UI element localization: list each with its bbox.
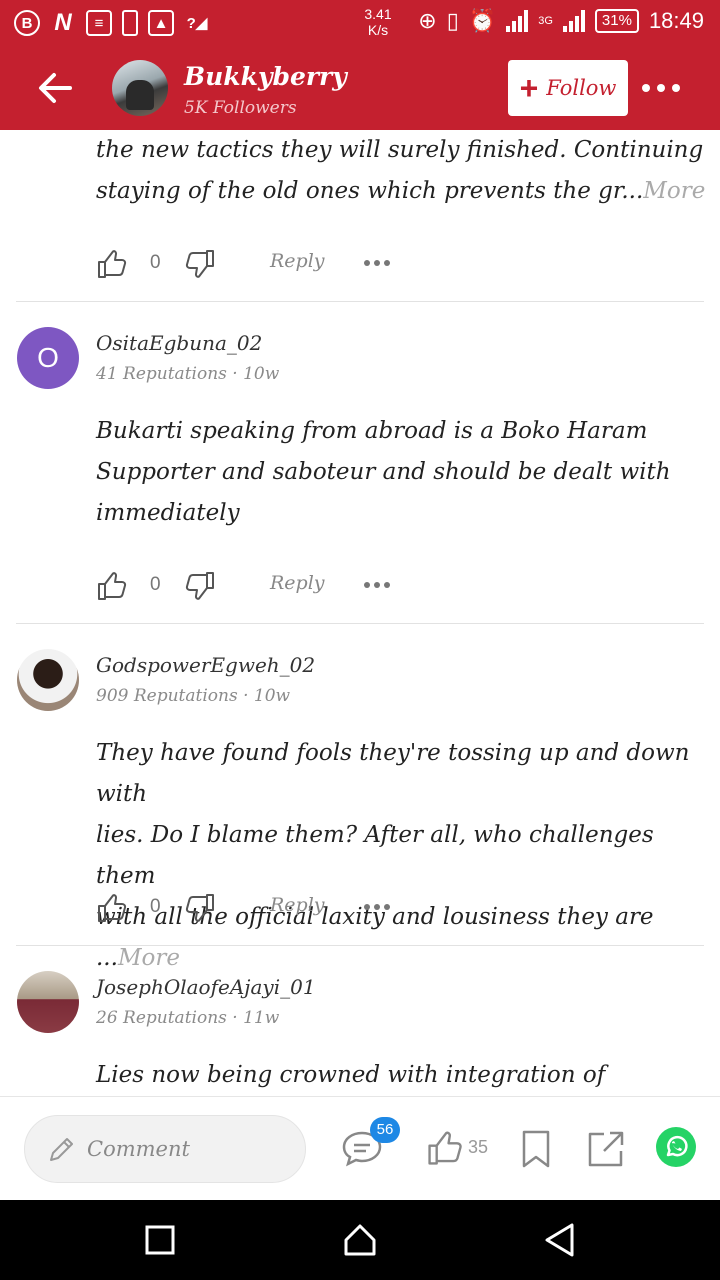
thumbs-down-icon[interactable]	[184, 570, 216, 602]
commenter-avatar[interactable]	[17, 649, 79, 711]
recent-apps-icon[interactable]	[140, 1220, 180, 1260]
no-signal-icon: ?◢	[186, 15, 208, 32]
thumbs-up-icon[interactable]	[426, 1129, 464, 1167]
speed-unit: K/s	[367, 22, 389, 38]
thumbs-down-icon[interactable]	[184, 248, 216, 280]
more-dots-icon[interactable]	[364, 904, 390, 910]
image-icon: ▲	[148, 10, 174, 36]
comment-line: They have found fools they're tossing up…	[96, 740, 690, 807]
reply-button[interactable]: Reply	[270, 894, 325, 916]
signal-icon-2	[562, 10, 585, 32]
follower-count: 5K Followers	[184, 98, 297, 118]
thumbs-up-icon[interactable]	[96, 248, 128, 280]
plus-icon: +	[519, 70, 539, 106]
commenter-avatar[interactable]: O	[17, 327, 79, 389]
network-type: 3G	[538, 15, 553, 27]
follow-label: Follow	[546, 76, 617, 100]
commenter-meta: 26 Reputations · 11w	[96, 1008, 280, 1028]
commenter-name[interactable]: JosephOlaofeAjayi_01	[96, 975, 316, 999]
bottom-action-bar: Comment 56 35	[0, 1096, 720, 1200]
sim-icon	[122, 10, 138, 36]
commenter-name[interactable]: OsitaEgbuna_02	[96, 331, 262, 355]
follow-button[interactable]: + Follow	[508, 60, 628, 116]
comment-line: lies. Do I blame them? After all, who ch…	[96, 822, 654, 889]
like-count: 0	[150, 896, 161, 917]
like-count: 0	[150, 252, 161, 273]
comment-actions: 0 Reply	[96, 888, 406, 928]
top-bar: B N ≡ ▲ ?◢ 3.41 K/s ⊕ ▯ ⏰ 3G 31% 18:49 B…	[0, 0, 720, 130]
message-icon: ≡	[86, 10, 112, 36]
status-left-icons: B N ≡ ▲ ?◢	[14, 9, 210, 36]
speed-value: 3.41	[364, 6, 392, 22]
home-icon[interactable]	[340, 1220, 380, 1260]
commenter-meta: 41 Reputations · 10w	[96, 364, 280, 384]
comment-text: Lies now being crowned with integration …	[96, 1055, 706, 1096]
comment-text: the new tactics they will surely finishe…	[96, 130, 706, 212]
comment-line: immediately	[96, 500, 240, 526]
like-count: 0	[150, 574, 161, 595]
comment-line: Lies now being crowned with integration …	[96, 1062, 606, 1088]
thumbs-up-icon[interactable]	[96, 892, 128, 924]
comment-line: the new tactics they will surely finishe…	[96, 137, 704, 163]
comment-count-badge: 56	[370, 1117, 400, 1143]
n-app-icon: N	[54, 9, 72, 36]
whatsapp-icon[interactable]	[656, 1127, 696, 1167]
thumbs-down-icon[interactable]	[184, 892, 216, 924]
divider	[16, 623, 704, 624]
share-icon[interactable]	[584, 1127, 628, 1171]
more-dots-icon[interactable]	[364, 582, 390, 588]
status-right-icons: ⊕ ▯ ⏰ 3G 31% 18:49	[418, 8, 704, 34]
comment-actions: 0 Reply	[96, 566, 406, 606]
commenter-avatar[interactable]	[17, 971, 79, 1033]
comment-line: staying of the old ones which prevents t…	[96, 178, 644, 204]
comment-text: Bukarti speaking from abroad is a Boko H…	[96, 411, 706, 534]
author-avatar[interactable]	[112, 60, 168, 116]
status-bar: B N ≡ ▲ ?◢ 3.41 K/s ⊕ ▯ ⏰ 3G 31% 18:49	[0, 0, 720, 48]
comment-placeholder: Comment	[87, 1137, 190, 1161]
alarm-icon: ⏰	[468, 8, 497, 33]
comment-actions: 0 Reply	[96, 244, 406, 284]
more-link[interactable]: More	[118, 945, 180, 971]
thumbs-up-icon[interactable]	[96, 570, 128, 602]
b-app-icon: B	[14, 10, 40, 36]
clock: 18:49	[648, 8, 704, 33]
vibrate-icon: ▯	[446, 8, 459, 33]
commenter-meta: 909 Reputations · 10w	[96, 686, 291, 706]
article-header: Bukkyberry 5K Followers + Follow	[0, 48, 720, 130]
system-nav-bar	[0, 1200, 720, 1280]
author-name[interactable]: Bukkyberry	[184, 62, 347, 91]
signal-icon	[506, 10, 529, 32]
comment-line: Supporter and saboteur and should be dea…	[96, 459, 671, 485]
back-arrow-icon[interactable]	[34, 66, 78, 110]
comment-list[interactable]: the new tactics they will surely finishe…	[0, 130, 720, 1096]
divider	[16, 301, 704, 302]
more-dots-icon[interactable]	[364, 260, 390, 266]
battery-indicator: 31%	[594, 9, 639, 33]
reply-button[interactable]: Reply	[270, 250, 325, 272]
commenter-name[interactable]: GodspowerEgweh_02	[96, 653, 315, 677]
back-triangle-icon[interactable]	[540, 1220, 580, 1260]
add-circle-icon: ⊕	[418, 8, 437, 33]
comment-text: They have found fools they're tossing up…	[96, 733, 706, 979]
more-link[interactable]: More	[643, 178, 705, 204]
bookmark-icon[interactable]	[514, 1127, 558, 1171]
comment-line: Bukarti speaking from abroad is a Boko H…	[96, 418, 648, 444]
network-speed: 3.41 K/s	[358, 6, 398, 38]
divider	[16, 945, 704, 946]
comment-input[interactable]: Comment	[24, 1115, 306, 1183]
more-options-icon[interactable]	[642, 76, 686, 100]
reply-button[interactable]: Reply	[270, 572, 325, 594]
article-like-count: 35	[468, 1137, 489, 1157]
pencil-icon	[50, 1138, 73, 1161]
